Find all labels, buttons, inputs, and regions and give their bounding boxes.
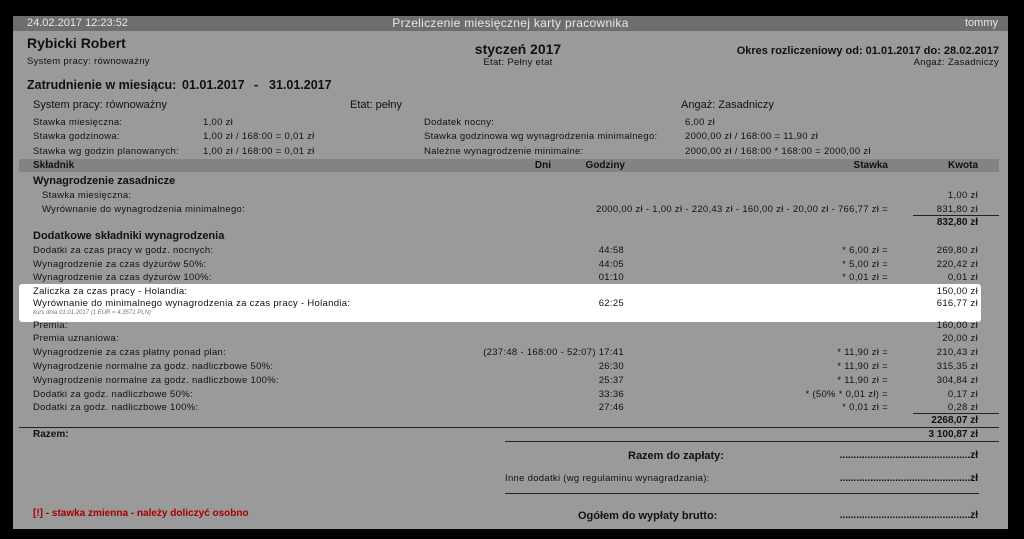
row-kwota: 210,43 zł: [936, 347, 978, 358]
row-godziny: 44:58: [598, 245, 624, 256]
info-label: Należne wynagrodzenie minimalne:: [424, 146, 584, 157]
razem-do-zaplaty-field[interactable]: ........................................…: [793, 450, 978, 461]
info-value: 1,00 zł / 168:00 = 0,01 zł: [203, 146, 315, 157]
row-label: Stawka miesięczna:: [42, 190, 132, 201]
row-label: Zaliczka za czas pracy - Holandia:: [33, 286, 188, 297]
row-kwota: 304,84 zł: [936, 375, 978, 386]
info-value: 2000,00 zł / 168:00 = 11,90 zł: [685, 131, 819, 142]
row-kwota: 269,80 zł: [936, 245, 978, 256]
row-kwota: 831,80 zł: [936, 204, 978, 215]
row-label: Dodatki za godz. nadliczbowe 50%:: [33, 389, 193, 400]
row-kwota: 160,00 zł: [936, 320, 978, 331]
employment-to: 31.01.2017: [269, 78, 332, 92]
info-label: Stawka wg godzin planowanych:: [33, 146, 180, 157]
total-underline: [505, 441, 999, 442]
row-stawka: * (50% * 0,01 zł) =: [805, 389, 888, 400]
employee-name: Rybicki Robert: [27, 35, 126, 51]
col-kwota: Kwota: [948, 160, 978, 171]
info-value: 1,00 zł: [203, 117, 234, 128]
window-title: Przeliczenie miesięcznej karty pracownik…: [392, 16, 629, 30]
row-label: Wynagrodzenie normalne za godz. nadliczb…: [33, 375, 279, 386]
exchange-rate-note: kurs dnia 01.01.2017 (1 EUR = 4,3571 PLN…: [33, 310, 151, 316]
info-etat: Etat: pełny: [350, 99, 402, 111]
row-kwota: 616,77 zł: [936, 298, 978, 309]
month-etat: Etat: Pełny etat: [483, 57, 553, 68]
row-kwota: 1,00 zł: [947, 190, 978, 201]
row-label: Dodatki za godz. nadliczbowe 100%:: [33, 402, 199, 413]
payroll-window: 24.02.2017 12:23:52 Przeliczenie miesięc…: [13, 16, 1008, 529]
row-godziny: 33:36: [598, 389, 624, 400]
inne-dodatki-label: Inne dodatki (wg regulaminu wynagradzani…: [505, 473, 710, 484]
col-dni: Dni: [534, 160, 551, 171]
period-angaz: Angaż: Zasadniczy: [913, 57, 999, 68]
total-label: Razem:: [33, 429, 69, 440]
warning-note: [!] - stawka zmienna - należy doliczyć o…: [33, 508, 249, 519]
row-kwota: 0,17 zł: [947, 389, 978, 400]
title-bar: 24.02.2017 12:23:52 Przeliczenie miesięc…: [13, 16, 1008, 31]
row-stawka: * 6,00 zł =: [842, 245, 888, 256]
employment-dash: -: [254, 78, 259, 92]
row-godziny: 62:25: [598, 298, 624, 309]
row-label: Wyrównanie do minimalnego wynagrodzenia …: [33, 298, 351, 309]
row-label: Wynagrodzenie za czas dyżurów 50%:: [33, 259, 207, 270]
info-label: Stawka godzinowa:: [33, 131, 120, 142]
subtotal-rule: [913, 215, 999, 216]
row-godziny: 25:37: [598, 375, 624, 386]
employee-work-system: System pracy: równoważny: [27, 56, 150, 67]
info-value: 2000,00 zł / 168:00 * 168:00 = 2000,00 z…: [685, 146, 871, 157]
info-value: 6,00 zł: [685, 117, 716, 128]
row-stawka: * 0,01 zł =: [842, 402, 888, 413]
settlement-period: Okres rozliczeniowy od: 01.01.2017 do: 2…: [736, 45, 999, 57]
row-kwota: 0,28 zł: [947, 402, 978, 413]
row-kwota: 0,01 zł: [947, 272, 978, 283]
row-label: Premia:: [33, 320, 68, 331]
row-label: Wynagrodzenie normalne za godz. nadliczb…: [33, 361, 274, 372]
user-name: tommy: [965, 17, 998, 29]
row-godziny: 01:10: [598, 272, 624, 283]
footer-rule: [505, 493, 979, 494]
info-label: Stawka miesięczna:: [33, 117, 123, 128]
row-label: Dodatki za czas pracy w godz. nocnych:: [33, 245, 214, 256]
section-subtotal: 2268,07 zł: [931, 415, 978, 426]
section-title: Dodatkowe składniki wynagrodzenia: [33, 230, 225, 242]
info-system: System pracy: równoważny: [33, 99, 167, 111]
info-angaz: Angaż: Zasadniczy: [681, 99, 774, 111]
subtotal-rule: [913, 413, 999, 414]
inne-dodatki-field[interactable]: ........................................…: [793, 473, 978, 484]
month-label: styczeń 2017: [474, 41, 562, 57]
razem-do-zaplaty-label: Razem do zapłaty:: [628, 450, 724, 462]
row-label: Wynagrodzenie za czas dyżurów 100%:: [33, 272, 212, 283]
info-value: 1,00 zł / 168:00 = 0,01 zł: [203, 131, 315, 142]
row-kwota: 20,00 zł: [942, 333, 978, 344]
row-godziny: 27:46: [598, 402, 624, 413]
employment-label: Zatrudnienie w miesiącu:: [27, 78, 177, 92]
info-label: Dodatek nocny:: [424, 117, 495, 128]
row-kwota: 220,42 zł: [936, 259, 978, 270]
col-godziny: Godziny: [585, 160, 625, 171]
row-stawka: * 11,90 zł =: [837, 347, 888, 358]
section-title: Wynagrodzenie zasadnicze: [33, 175, 176, 187]
total-rule: [19, 427, 999, 428]
row-stawka: * 11,90 zł =: [837, 375, 888, 386]
total-value: 3 100,87 zł: [928, 429, 978, 440]
row-stawka: * 0,01 zł =: [842, 272, 888, 283]
col-skladnik: Składnik: [33, 160, 75, 171]
ogolem-field[interactable]: ........................................…: [793, 510, 978, 521]
row-label: Premia uznaniowa:: [33, 333, 119, 344]
row-label: Wyrównanie do wynagrodzenia minimalnego:: [42, 204, 246, 215]
row-label: Wynagrodzenie za czas płatny ponad plan:: [33, 347, 227, 358]
ogolem-label: Ogółem do wypłaty brutto:: [578, 510, 718, 522]
row-godziny: 2000,00 zł - 1,00 zł - 220,43 zł - 160,0…: [596, 204, 888, 215]
row-godziny: 44:05: [598, 259, 624, 270]
row-kwota: 150,00 zł: [936, 286, 978, 297]
col-stawka: Stawka: [853, 160, 888, 171]
row-kwota: 315,35 zł: [936, 361, 978, 372]
row-godziny: 26:30: [598, 361, 624, 372]
section-subtotal: 832,80 zł: [936, 217, 978, 228]
row-godziny: (237:48 - 168:00 - 52:07) 17:41: [483, 347, 624, 358]
row-stawka: * 5,00 zł =: [842, 259, 888, 270]
info-label: Stawka godzinowa wg wynagrodzenia minima…: [424, 131, 658, 142]
row-stawka: * 11,90 zł =: [837, 361, 888, 372]
employment-from: 01.01.2017: [182, 78, 245, 92]
